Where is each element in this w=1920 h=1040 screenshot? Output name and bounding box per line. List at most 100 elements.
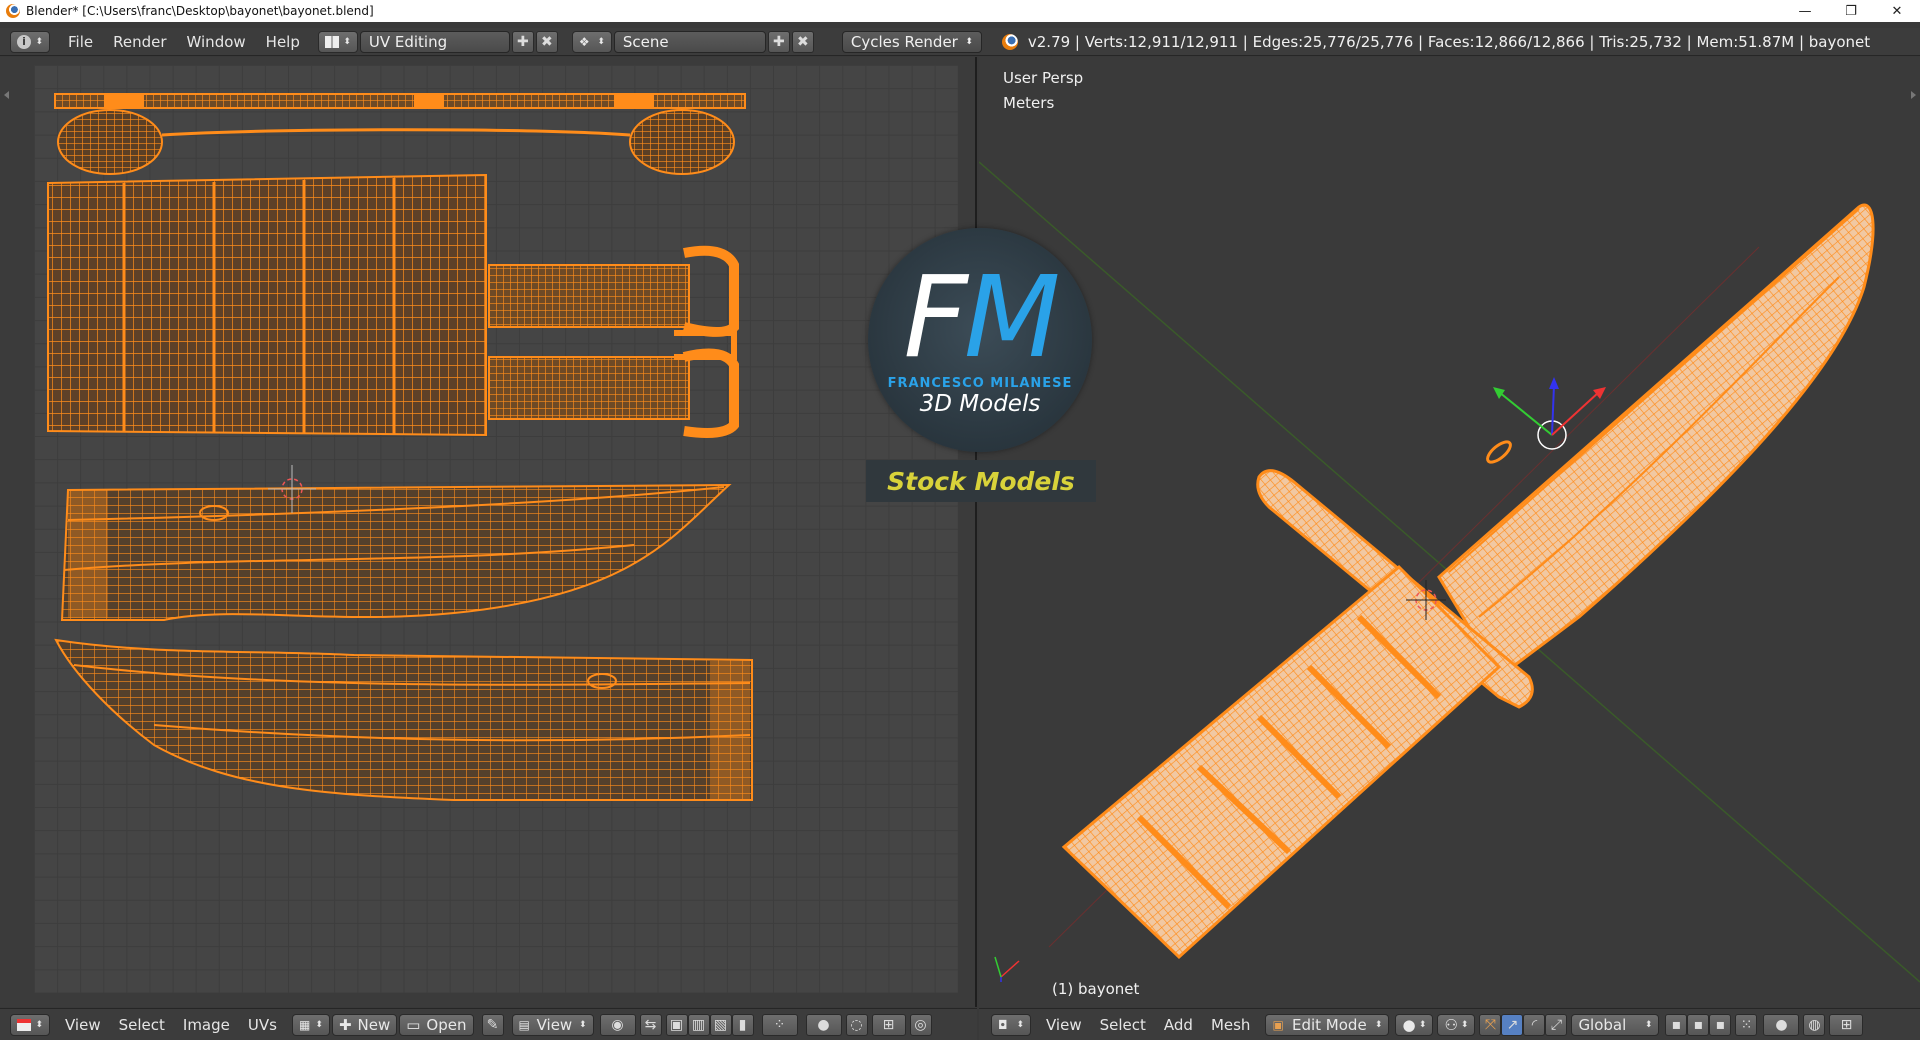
uv-menu-uvs[interactable]: UVs <box>239 1016 286 1034</box>
3d-menu-add[interactable]: Add <box>1155 1016 1202 1034</box>
layer-icon: ▪ <box>1715 1016 1726 1033</box>
layer-button-2[interactable]: ▪ <box>1687 1013 1710 1036</box>
scene-field[interactable]: Scene <box>613 30 766 53</box>
view-mode-select[interactable]: ▤ View ⬍ <box>511 1013 594 1036</box>
editor-type-button[interactable]: i ⬍ <box>10 30 50 53</box>
menu-file[interactable]: File <box>58 30 103 54</box>
layer-icon: ▪ <box>1693 1016 1704 1033</box>
updown-arrows-icon: ⬍ <box>1644 1019 1653 1030</box>
layer-icon: ▪ <box>1671 1016 1682 1033</box>
sticky-icon: ⁘ <box>773 1016 786 1033</box>
rotate-manipulator-button[interactable]: ◜ <box>1523 1013 1546 1036</box>
viewport-shading-select[interactable]: ● ⬍ <box>1395 1013 1434 1036</box>
3d-menu-select[interactable]: Select <box>1091 1016 1155 1034</box>
layer-button-1[interactable]: ▪ <box>1665 1013 1688 1036</box>
uv-image-editor[interactable] <box>0 57 977 1007</box>
scene-icon-button[interactable]: ❖ ⬍ <box>571 30 612 53</box>
mode-label: Edit Mode <box>1291 1015 1367 1034</box>
orientation-label: Global <box>1578 1015 1627 1034</box>
proportional-edit-button[interactable]: ● <box>1763 1013 1800 1036</box>
bayonet-mesh[interactable] <box>1061 203 1875 960</box>
updown-arrows-icon: ⬍ <box>597 36 605 47</box>
x-icon: ✖ <box>797 33 809 50</box>
arrow-icon: ↗ <box>1506 1016 1519 1033</box>
transform-orientation-select[interactable]: Global ⬍ <box>1571 1013 1660 1036</box>
render-engine-select[interactable]: Cycles Render ⬍ <box>841 30 982 53</box>
solid-shading-icon: ● <box>1402 1015 1416 1034</box>
menu-window[interactable]: Window <box>177 30 256 54</box>
new-image-button[interactable]: ✚ New <box>331 1013 398 1036</box>
translate-manipulator-button[interactable]: ↗ <box>1501 1013 1524 1036</box>
screen-layout-field[interactable]: UV Editing <box>359 30 510 53</box>
pin-image-button[interactable]: ✎ <box>481 1013 504 1036</box>
uv-menu-view[interactable]: View <box>56 1016 110 1034</box>
add-screen-button[interactable]: ✚ <box>511 30 534 53</box>
minimize-button[interactable]: — <box>1782 0 1828 22</box>
uv-island-caps <box>57 109 735 175</box>
uv-menu-select[interactable]: Select <box>110 1016 174 1034</box>
plus-icon: ✚ <box>338 1015 352 1034</box>
layout-grid-icon <box>324 35 339 48</box>
proportional-edit-button[interactable]: ● <box>805 1013 842 1036</box>
snap-button[interactable]: ◍ <box>1803 1013 1826 1036</box>
edit-mode-icon: ▣ <box>1272 1017 1284 1032</box>
transform-manipulator-icon[interactable] <box>1493 377 1606 450</box>
maximize-button[interactable]: ❐ <box>1828 0 1874 22</box>
3d-viewport[interactable]: User Persp Meters (1) bayonet <box>979 57 1920 1007</box>
menu-help[interactable]: Help <box>256 30 310 54</box>
new-image-label: New <box>357 1015 391 1034</box>
vertex-select-mode-button[interactable]: ▣ <box>665 1013 688 1036</box>
uv-overlay-button[interactable]: ◎ <box>909 1013 932 1036</box>
island-select-mode-button[interactable]: ▮ <box>731 1013 754 1036</box>
3d-menu-view[interactable]: View <box>1037 1016 1091 1034</box>
updown-arrows-icon: ⬍ <box>578 1019 587 1030</box>
proportional-icon: ● <box>817 1016 830 1033</box>
pivot-point-select[interactable]: ⚇ ⬍ <box>1437 1013 1476 1036</box>
axis-gizmo-icon <box>994 956 1020 982</box>
sticky-select-button[interactable]: ⁘ <box>761 1013 798 1036</box>
image-editor-icon <box>17 1018 31 1031</box>
open-image-label: Open <box>426 1015 467 1034</box>
browse-image-button[interactable]: ▦ ⬍ <box>291 1013 330 1036</box>
blender-logo-icon <box>6 4 20 18</box>
menu-render[interactable]: Render <box>103 30 176 54</box>
scene-statistics: v2.79 | Verts:12,911/12,911 | Edges:25,7… <box>1027 32 1871 51</box>
vertex-icon: ⁙ <box>1740 1016 1753 1033</box>
face-select-mode-button[interactable]: ▧ <box>709 1013 732 1036</box>
vertex-select-button[interactable]: ⁙ <box>1735 1013 1758 1036</box>
3d-menu-mesh[interactable]: Mesh <box>1202 1016 1260 1034</box>
delete-screen-button[interactable]: ✖ <box>535 30 558 53</box>
region-toggle-icon[interactable] <box>4 91 9 99</box>
snap-element-select[interactable]: ⊞ <box>1829 1013 1864 1036</box>
add-scene-button[interactable]: ✚ <box>767 30 790 53</box>
pivot-select[interactable]: ◉ <box>599 1013 636 1036</box>
mode-select[interactable]: ▣ Edit Mode ⬍ <box>1265 1013 1390 1036</box>
folder-icon: ▭ <box>406 1015 421 1034</box>
updown-arrows-icon: ⬍ <box>1418 1019 1427 1030</box>
edge-select-mode-button[interactable]: ▥ <box>687 1013 710 1036</box>
blender-logo-icon <box>1001 33 1018 50</box>
uv-grid[interactable] <box>34 65 958 993</box>
image-browse-icon: ▦ <box>298 1017 311 1032</box>
snap-uv-button[interactable]: ⊞ <box>871 1013 906 1036</box>
open-image-button[interactable]: ▭ Open <box>399 1013 474 1036</box>
uv-island-blade-a <box>60 483 732 621</box>
scale-manipulator-button[interactable]: ⤢ <box>1545 1013 1568 1036</box>
proportional-falloff-button[interactable]: ◌ <box>845 1013 868 1036</box>
snap-element-icon: ⊞ <box>1840 1016 1853 1033</box>
close-window-button[interactable]: ✕ <box>1874 0 1920 22</box>
layer-button-3[interactable]: ▪ <box>1709 1013 1732 1036</box>
sync-selection-button[interactable]: ⇆ <box>639 1013 662 1036</box>
uv-editor-type-button[interactable]: ⬍ <box>10 1013 50 1036</box>
active-object-label: (1) bayonet <box>1052 980 1140 998</box>
watermark-fm-letters: FM <box>880 262 1080 374</box>
manipulator-toggle-button[interactable]: ⤧ <box>1479 1013 1502 1036</box>
updown-arrows-icon: ⬍ <box>343 36 351 47</box>
delete-scene-button[interactable]: ✖ <box>791 30 814 53</box>
screen-layout-icon-button[interactable]: ⬍ <box>317 30 358 53</box>
uv-menu-image[interactable]: Image <box>174 1016 239 1034</box>
3d-editor-type-button[interactable]: ◘ ⬍ <box>991 1013 1031 1036</box>
updown-arrows-icon: ⬍ <box>35 36 43 47</box>
snap-icon: ⊞ <box>882 1016 895 1033</box>
units-label: Meters <box>1003 94 1055 112</box>
